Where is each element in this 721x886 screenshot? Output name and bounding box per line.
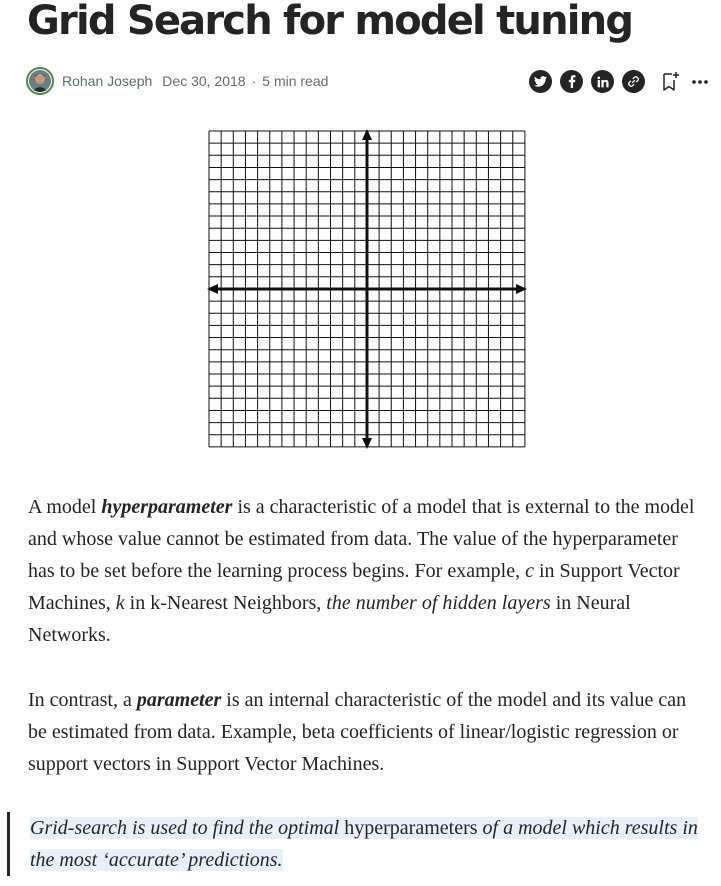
facebook-icon[interactable] — [560, 70, 583, 93]
p1-text: A model — [28, 496, 102, 518]
bookmark-icon[interactable] — [659, 70, 682, 93]
read-time: 5 min read — [262, 73, 329, 89]
blockquote-bar — [7, 812, 10, 876]
blockquote: Grid-search is used to find the optimal … — [30, 812, 710, 876]
p1-term-hyperparameter: hyperparameter — [101, 496, 233, 518]
paragraph-parameter: In contrast, a parameter is an internal … — [28, 684, 708, 780]
twitter-icon[interactable] — [529, 70, 552, 93]
p1-var-c: c — [525, 560, 534, 582]
share-actions — [529, 70, 711, 93]
article-title: Grid Search for model tuning — [27, 0, 634, 44]
meta-separator: · — [251, 73, 257, 89]
author-avatar[interactable] — [26, 67, 54, 95]
p1-hidden-layers: the number of hidden layers — [326, 592, 551, 614]
paragraph-hyperparameter: A model hyperparameter is a characterist… — [28, 491, 708, 651]
publish-date: Dec 30, 2018 — [162, 73, 246, 89]
quote-text: Grid-search is used to find the optimal — [30, 817, 345, 839]
quote-term: hyperparameters — [344, 817, 478, 839]
p1-var-k: k — [115, 592, 125, 614]
p1-text: in k-Nearest Neighbors, — [124, 592, 327, 614]
linkedin-icon[interactable] — [591, 70, 614, 93]
byline: Rohan Joseph Dec 30, 2018 · 5 min read — [26, 65, 328, 97]
p2-text: In contrast, a — [28, 689, 137, 711]
link-icon[interactable] — [622, 70, 645, 93]
p2-term-parameter: parameter — [136, 689, 222, 711]
coordinate-grid-image — [205, 127, 530, 457]
author-name[interactable]: Rohan Joseph — [62, 73, 152, 89]
more-icon[interactable] — [688, 70, 711, 93]
